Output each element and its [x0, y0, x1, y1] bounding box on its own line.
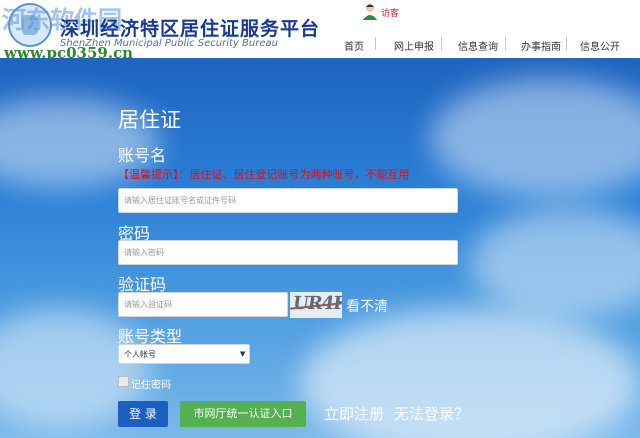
nav-online-apply[interactable]: 网上申报: [394, 38, 434, 53]
unified-auth-button[interactable]: 市网厅统一认证入口: [180, 401, 306, 427]
account-input[interactable]: [118, 188, 458, 213]
site-title: 深圳经济特区居住证服务平台: [60, 18, 321, 40]
captcha-input[interactable]: [118, 292, 288, 317]
forgot-login-link[interactable]: 无法登录？: [394, 403, 469, 424]
login-title: 居住证: [118, 108, 181, 132]
top-header: 河东软件园 深圳经济特区居住证服务平台 ShenZhen Municipal P…: [0, 0, 640, 62]
captcha-refresh-link[interactable]: 看不清: [346, 296, 388, 316]
nav-info-query[interactable]: 信息查询: [458, 38, 498, 53]
password-input[interactable]: [118, 240, 458, 265]
nav-divider: [375, 37, 376, 50]
remember-password-checkbox[interactable]: [118, 376, 129, 387]
nav-divider: [566, 37, 567, 50]
account-type-select[interactable]: 个人帐号: [118, 344, 250, 364]
captcha-image[interactable]: UR4F: [290, 292, 342, 318]
login-tip: 【温馨提示】：居住证、居住登记账号为两种账号，不能互用: [118, 168, 410, 181]
account-label: 账号名: [118, 146, 167, 165]
user-avatar-icon[interactable]: [362, 2, 378, 20]
nav-guide[interactable]: 办事指南: [521, 38, 561, 53]
nav-divider: [441, 37, 442, 50]
nav-divider: [505, 37, 506, 50]
login-button[interactable]: 登 录: [118, 401, 168, 427]
user-label[interactable]: 访客: [381, 6, 399, 19]
remember-password-label[interactable]: 记住密码: [131, 376, 171, 391]
nav-home[interactable]: 首页: [344, 38, 364, 53]
chevron-down-icon: ▼: [240, 350, 246, 358]
nav-info-public[interactable]: 信息公开: [580, 38, 620, 53]
register-link[interactable]: 立即注册: [324, 403, 384, 424]
